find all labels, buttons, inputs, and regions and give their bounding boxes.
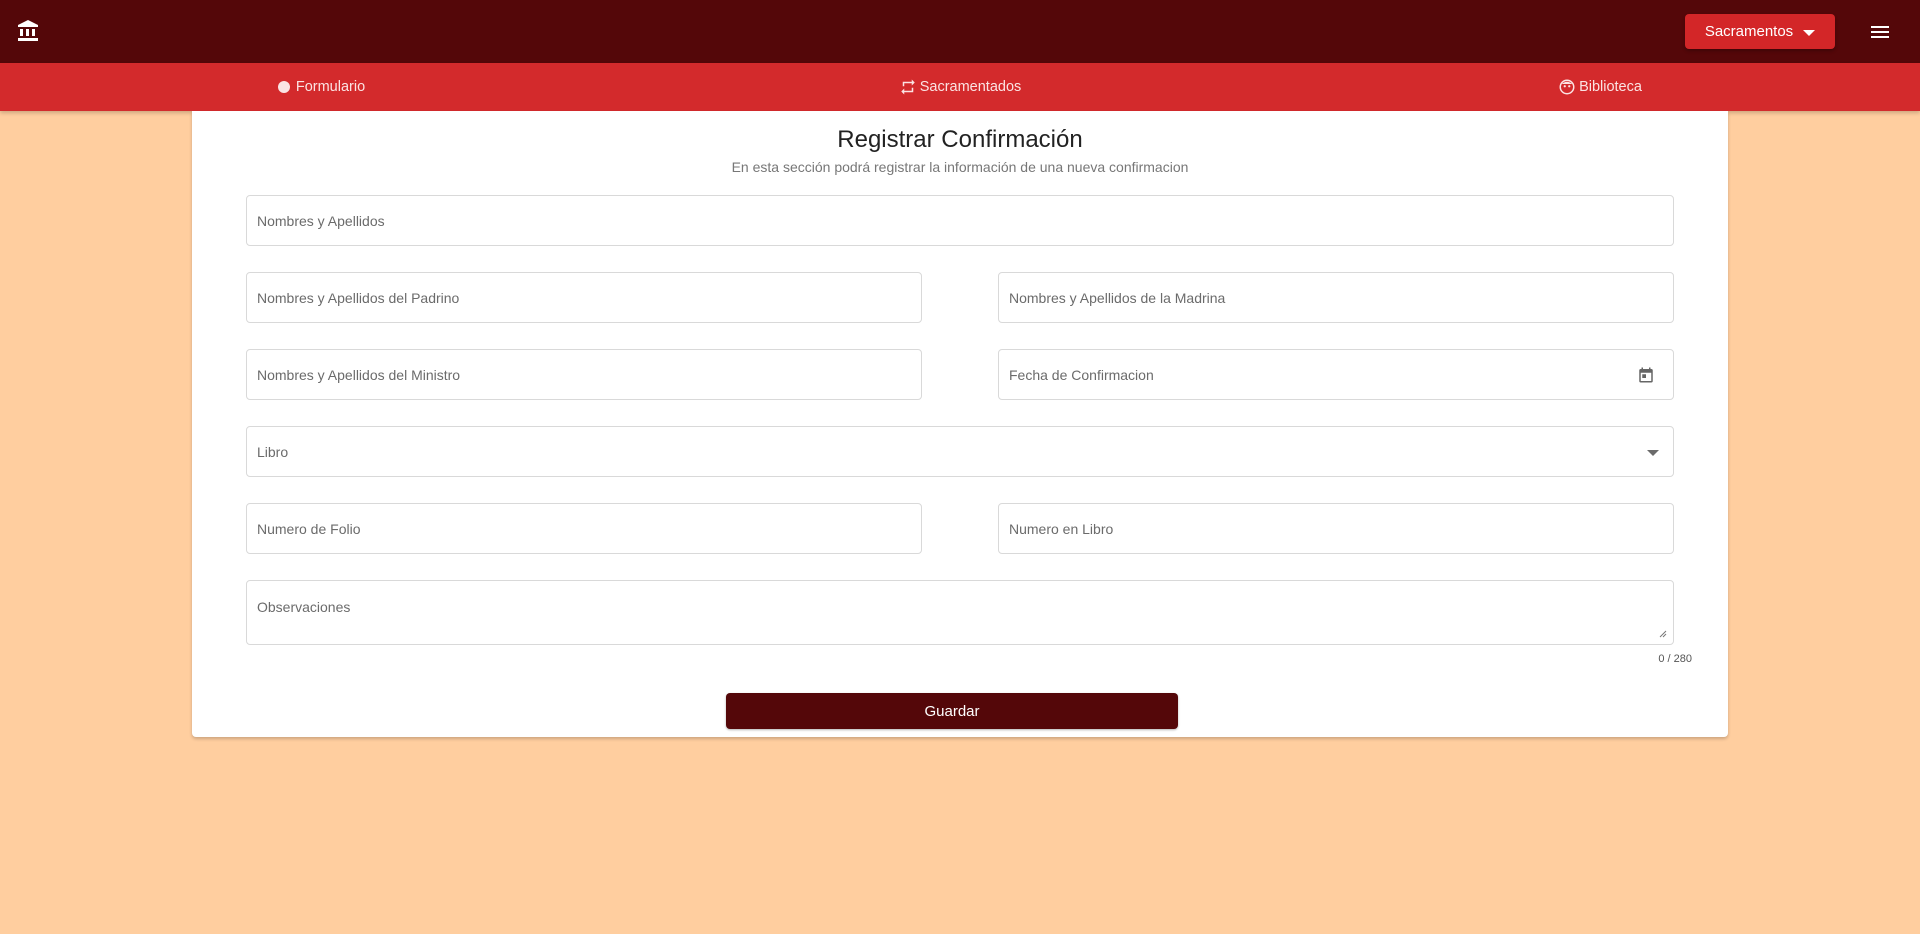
numero-libro-field[interactable]: Numero en Libro <box>998 503 1674 554</box>
sacramentos-menu-button[interactable]: Sacramentos <box>1685 14 1835 49</box>
ministro-placeholder: Nombres y Apellidos del Ministro <box>257 367 461 383</box>
ministro-field[interactable]: Nombres y Apellidos del Ministro <box>246 349 922 400</box>
padrino-placeholder: Nombres y Apellidos del Padrino <box>257 290 460 306</box>
observaciones-placeholder: Observaciones <box>257 599 351 615</box>
folio-field[interactable]: Numero de Folio <box>246 503 922 554</box>
repeat-icon <box>900 79 915 95</box>
tab-formulario-label: Formulario <box>295 79 366 95</box>
observaciones-textarea[interactable]: Observaciones <box>246 580 1674 645</box>
fecha-placeholder: Fecha de Confirmacion <box>1009 367 1154 383</box>
page-title: Registrar Confirmación <box>837 126 1083 153</box>
page-subtitle: En esta sección podrá registrar la infor… <box>731 159 1189 175</box>
nombres-field[interactable]: Nombres y Apellidos <box>246 195 1674 246</box>
tab-bar: Formulario Sacramentados Biblioteca <box>0 63 1920 111</box>
bank-icon[interactable] <box>16 19 40 43</box>
circle-icon <box>277 81 290 93</box>
form-card: Registrar Confirmación En esta sección p… <box>192 111 1728 737</box>
tab-biblioteca-label: Biblioteca <box>1579 79 1642 95</box>
menu-icon[interactable] <box>1868 20 1892 44</box>
tab-formulario[interactable]: Formulario <box>0 63 640 111</box>
fecha-field[interactable]: Fecha de Confirmacion <box>998 349 1674 400</box>
resize-grip-icon[interactable] <box>1657 628 1667 638</box>
calendar-icon[interactable] <box>1637 366 1655 384</box>
padrino-field[interactable]: Nombres y Apellidos del Padrino <box>246 272 922 323</box>
tab-sacramentados[interactable]: Sacramentados <box>640 63 1280 111</box>
tab-sacramentados-label: Sacramentados <box>919 79 1022 95</box>
sacramentos-menu-label: Sacramentos <box>1704 23 1794 40</box>
chevron-down-icon <box>1803 29 1816 36</box>
nombres-placeholder: Nombres y Apellidos <box>257 213 385 229</box>
madrina-placeholder: Nombres y Apellidos de la Madrina <box>1009 290 1226 306</box>
numero-libro-placeholder: Numero en Libro <box>1009 521 1114 537</box>
character-counter: 0 / 280 <box>1658 653 1692 665</box>
face-icon <box>1559 79 1575 95</box>
tab-biblioteca[interactable]: Biblioteca <box>1280 63 1920 111</box>
libro-select[interactable]: Libro <box>246 426 1674 477</box>
save-button[interactable]: Guardar <box>726 693 1178 729</box>
libro-placeholder: Libro <box>257 444 289 460</box>
top-app-bar: Sacramentos <box>0 0 1920 63</box>
chevron-down-icon <box>1647 450 1659 456</box>
madrina-field[interactable]: Nombres y Apellidos de la Madrina <box>998 272 1674 323</box>
folio-placeholder: Numero de Folio <box>257 521 361 537</box>
